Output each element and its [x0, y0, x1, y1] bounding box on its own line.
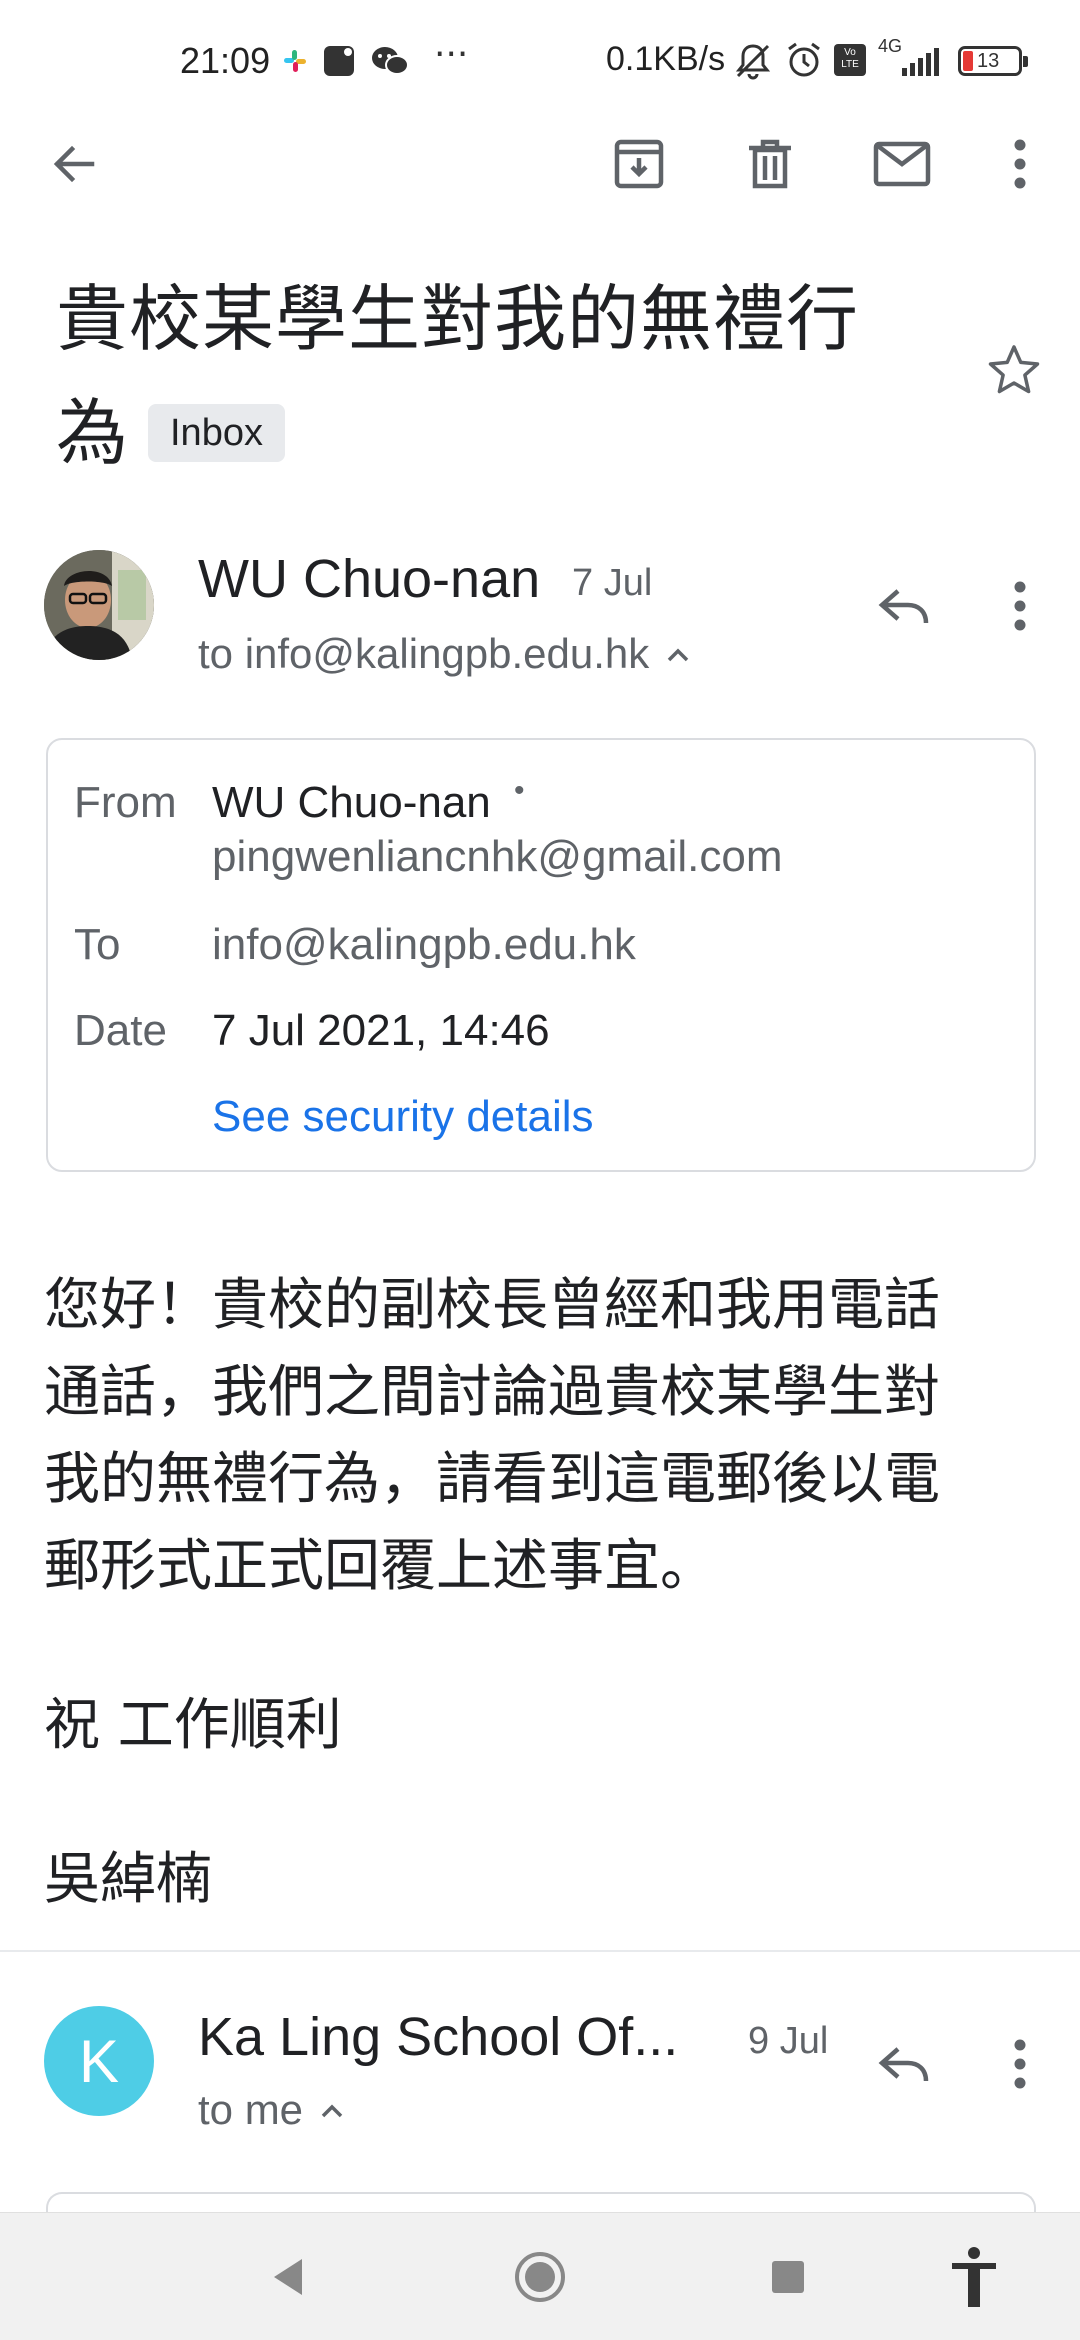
- volte-icon: Vo LTE: [834, 44, 866, 76]
- date-label: Date: [74, 1006, 167, 1055]
- reply-button[interactable]: [856, 558, 952, 654]
- more-vert-icon: [1014, 581, 1026, 631]
- wechat-notification-icon: [372, 47, 409, 75]
- message-closing: 祝 工作順利: [44, 1693, 342, 1758]
- battery-level: 13: [977, 50, 1000, 72]
- battery-icon: 13: [958, 46, 1028, 76]
- nav-recents-button[interactable]: [740, 2229, 836, 2325]
- sender-name: Ka Ling School Of...: [198, 2007, 679, 2067]
- email-subject: 貴校某學生對我的無禮行: [56, 277, 860, 361]
- date-value: 7 Jul 2021, 14:46: [212, 1006, 550, 1055]
- body-line: 郵形式正式回覆上述事宜。: [44, 1534, 716, 1599]
- chevron-up-icon: [668, 648, 689, 662]
- more-options-button[interactable]: [972, 116, 1068, 212]
- delete-button[interactable]: [722, 116, 818, 212]
- message-more-button[interactable]: [972, 2016, 1068, 2112]
- nav-home-button[interactable]: [492, 2229, 588, 2325]
- from-separator: •: [514, 774, 525, 807]
- mark-unread-icon: [873, 141, 931, 187]
- recipients-line: to info@kalingpb.edu.hk: [198, 630, 650, 677]
- sender-photo: [44, 550, 154, 660]
- more-notifications-icon: ···: [434, 34, 469, 75]
- message-divider: [0, 1950, 1080, 1952]
- mute-icon: [735, 44, 771, 80]
- message-date: 9 Jul: [748, 2020, 829, 2062]
- star-button[interactable]: [966, 322, 1062, 418]
- delete-icon: [749, 139, 791, 189]
- archive-button[interactable]: [591, 116, 687, 212]
- sender-avatar[interactable]: [44, 550, 154, 660]
- from-label: From: [74, 778, 177, 827]
- more-vert-icon: [1014, 2039, 1026, 2089]
- archive-icon: [614, 139, 664, 189]
- body-line: 通話，我們之間討論過貴校某學生對: [44, 1360, 940, 1425]
- back-arrow-icon: [53, 145, 95, 183]
- reply-icon: [878, 589, 929, 624]
- alarm-icon: [788, 42, 820, 77]
- message-signature: 吳綽楠: [44, 1847, 212, 1912]
- security-details-link[interactable]: See security details: [212, 1092, 594, 1142]
- message-more-button[interactable]: [972, 558, 1068, 654]
- accessibility-button[interactable]: [926, 2229, 1022, 2325]
- nav-back-button[interactable]: [240, 2229, 336, 2325]
- sender-name: WU Chuo-nan: [198, 549, 541, 609]
- to-email[interactable]: info@kalingpb.edu.hk: [212, 920, 636, 970]
- status-bar: 21:09 ··· 0.1KB/s Vo LTE 4G 13: [0, 0, 1080, 120]
- from-name: WU Chuo-nan: [212, 778, 491, 827]
- accessibility-icon: [952, 2247, 996, 2307]
- sender-avatar-k[interactable]: K: [44, 2006, 154, 2116]
- system-navigation-bar: [0, 2212, 1080, 2340]
- inbox-label-badge[interactable]: Inbox: [148, 404, 285, 462]
- email-subject-continued: 為: [56, 391, 129, 475]
- nav-back-icon: [274, 2259, 302, 2295]
- message-body: 您好！貴校的副校長曾經和我用電話 通話，我們之間討論過貴校某學生對 我的無禮行為…: [44, 1262, 1004, 1610]
- star-icon: [988, 345, 1040, 394]
- app-notification-icon: [324, 46, 354, 76]
- from-email[interactable]: pingwenliancnhk@gmail.com: [212, 832, 783, 882]
- chevron-up-icon: [321, 2104, 343, 2118]
- more-vert-icon: [1014, 139, 1026, 189]
- slack-notification-icon: [284, 50, 306, 72]
- back-button[interactable]: [26, 116, 122, 212]
- recipients-toggle[interactable]: to info@kalingpb.edu.hk: [198, 630, 693, 678]
- recipients-line: to me: [198, 2086, 304, 2133]
- message-details-card: From WU Chuo-nan • pingwenliancnhk@gmail…: [46, 738, 1036, 1172]
- message-date: 7 Jul: [572, 562, 653, 604]
- nav-recents-icon: [772, 2261, 804, 2293]
- nav-home-icon: [515, 2252, 565, 2302]
- reply-button[interactable]: [856, 2016, 952, 2112]
- signal-icon: [902, 48, 939, 76]
- body-line: 我的無禮行為，請看到這電郵後以電: [44, 1447, 940, 1512]
- body-line: 您好！貴校的副校長曾經和我用電話: [44, 1273, 940, 1338]
- reply-icon: [878, 2047, 929, 2082]
- mark-unread-button[interactable]: [854, 116, 950, 212]
- status-time: 21:09: [180, 40, 271, 81]
- to-label: To: [74, 920, 121, 969]
- network-speed: 0.1KB/s: [606, 40, 726, 78]
- recipients-toggle[interactable]: to me: [198, 2086, 347, 2134]
